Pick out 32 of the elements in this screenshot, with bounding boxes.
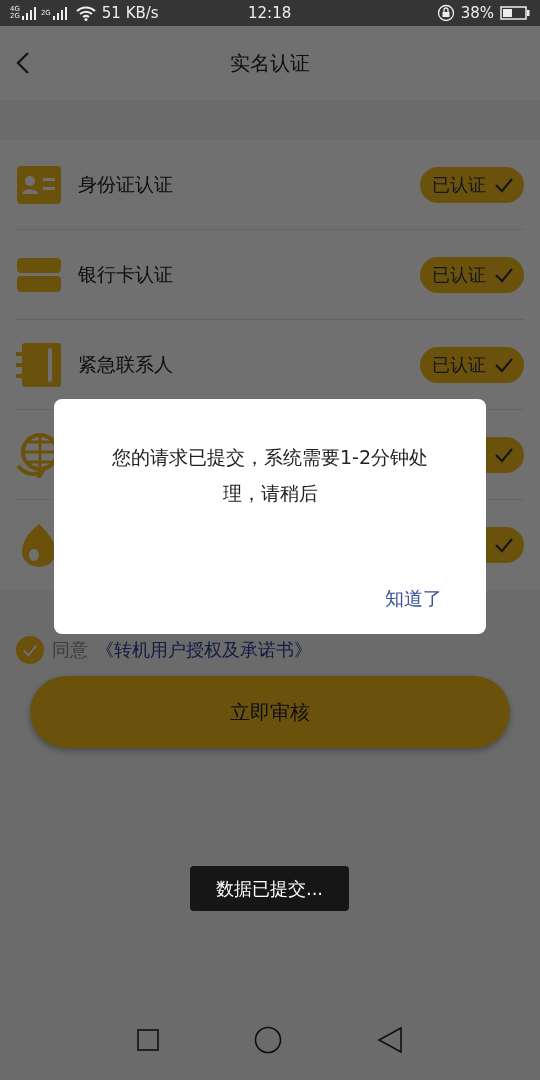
badge-text: 已认证: [432, 172, 486, 197]
check-icon: [22, 643, 38, 657]
item-label: 身份证认证: [78, 171, 174, 197]
clock: 12:18: [248, 4, 292, 22]
network-speed: 51 KB/s: [101, 4, 159, 22]
check-icon: [494, 537, 514, 553]
signal-icon: [20, 6, 37, 20]
recents-button[interactable]: [137, 1029, 160, 1051]
agree-checkbox[interactable]: [16, 636, 44, 664]
item-label: 银行卡认证: [78, 261, 174, 287]
chevron-left-icon[interactable]: [15, 51, 31, 75]
page-title: 实名认证: [230, 49, 310, 77]
toast: 数据已提交...: [190, 866, 349, 911]
item-label: 紧急联系人: [78, 351, 174, 377]
battery-icon: [500, 6, 530, 20]
back-nav-button[interactable]: [376, 1027, 403, 1053]
check-icon: [494, 266, 514, 283]
check-icon: [494, 176, 514, 193]
submit-button[interactable]: 立即审核: [30, 676, 510, 748]
home-button[interactable]: [254, 1026, 282, 1054]
ok-button[interactable]: 知道了: [381, 582, 446, 616]
rotation-lock-icon: [436, 4, 455, 22]
badge-text: 已认证: [432, 262, 486, 287]
contact-book-icon: [16, 341, 62, 388]
signal-icon: [51, 6, 68, 20]
check-icon: [494, 446, 514, 463]
wifi-icon: [75, 5, 96, 21]
agreement-link[interactable]: 《转机用户授权及承诺书》: [96, 638, 312, 662]
dialog-message: 您的请求已提交，系统需要1-2分钟处理，请稍后: [110, 445, 429, 506]
badge-text: 已认证: [432, 352, 486, 377]
battery-percent: 38%: [460, 4, 494, 22]
check-icon: [494, 356, 514, 373]
